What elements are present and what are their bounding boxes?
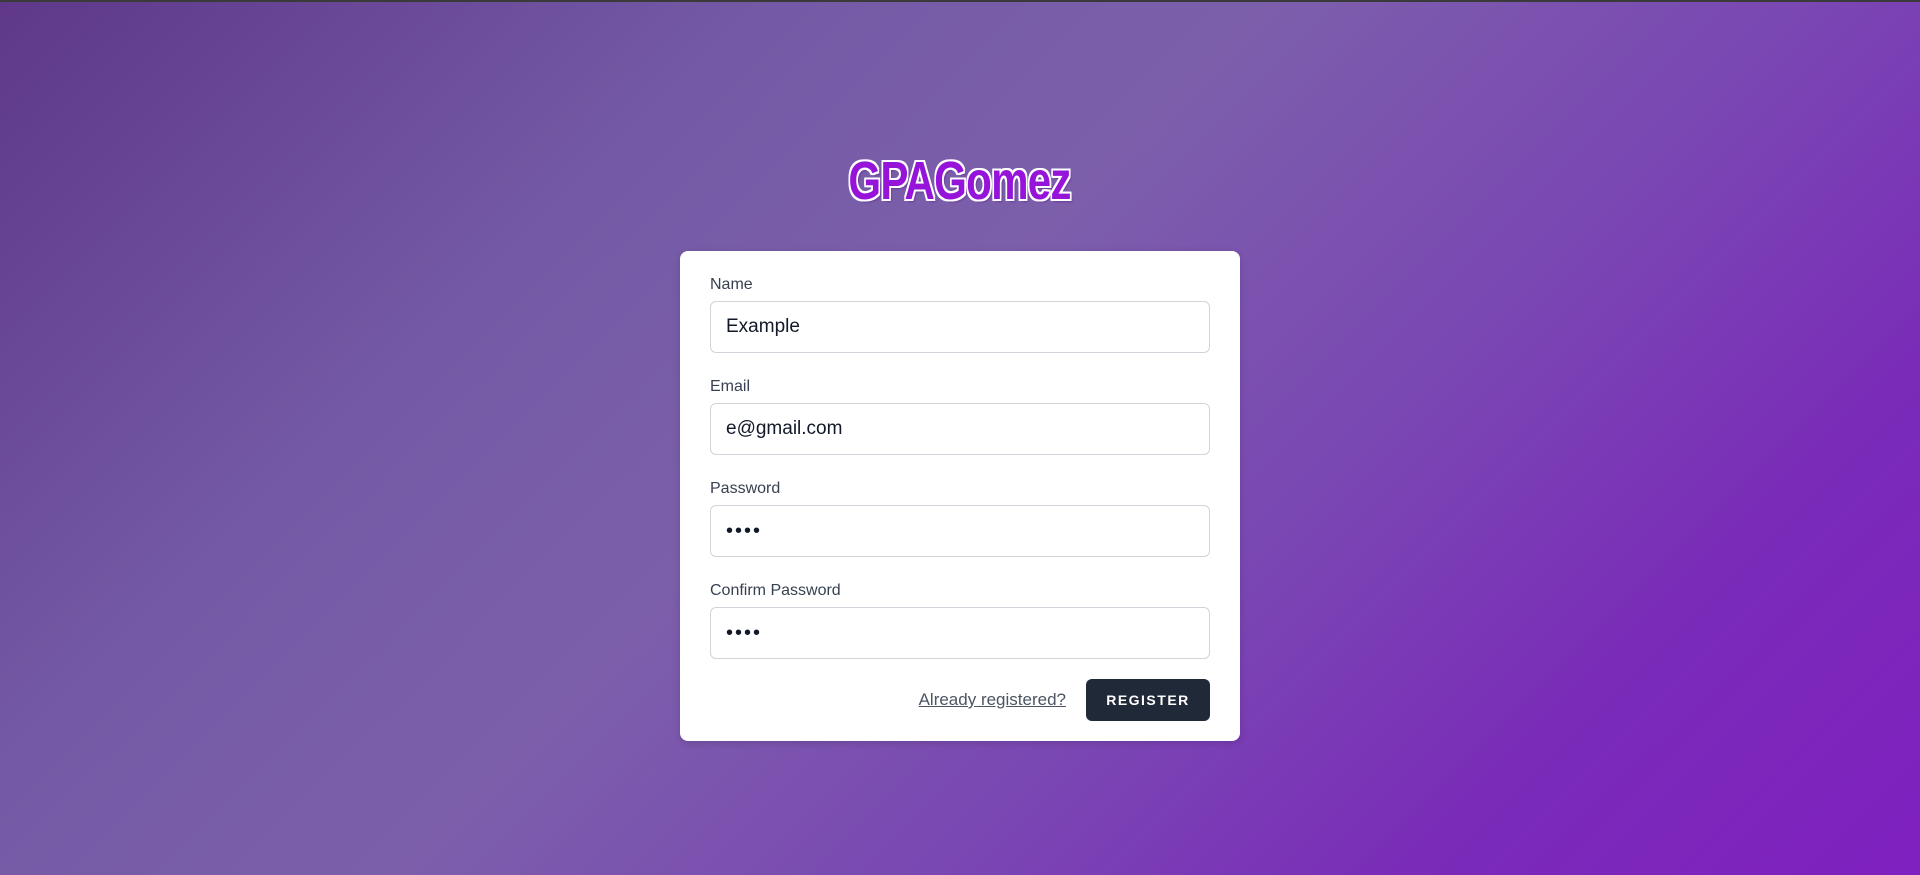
name-input-value: Example: [726, 316, 800, 337]
brand-name: GPAGomez: [848, 151, 1072, 211]
password-input[interactable]: ••••: [710, 505, 1210, 557]
password-label: Password: [710, 480, 781, 497]
confirm-password-input-value: ••••: [726, 621, 763, 644]
email-input-value: e@gmail.com: [726, 418, 843, 439]
form-actions: Already registered? REGISTER: [919, 679, 1210, 721]
register-button[interactable]: REGISTER: [1086, 679, 1210, 721]
password-input-value: ••••: [726, 519, 763, 542]
password-field-group: Password ••••: [710, 480, 1210, 557]
already-registered-link[interactable]: Already registered?: [919, 690, 1066, 710]
name-input[interactable]: Example: [710, 301, 1210, 353]
top-border: [0, 0, 1920, 2]
name-label: Name: [710, 276, 753, 293]
confirm-password-field-group: Confirm Password ••••: [710, 582, 1210, 659]
email-label: Email: [710, 378, 751, 395]
register-card: Name Example Email e@gmail.com Password …: [680, 251, 1240, 741]
email-input[interactable]: e@gmail.com: [710, 403, 1210, 455]
confirm-password-label: Confirm Password: [710, 582, 841, 599]
logo[interactable]: GPAGomez: [0, 150, 1920, 212]
email-field-group: Email e@gmail.com: [710, 378, 1210, 455]
name-field-group: Name Example: [710, 276, 1210, 353]
confirm-password-input[interactable]: ••••: [710, 607, 1210, 659]
